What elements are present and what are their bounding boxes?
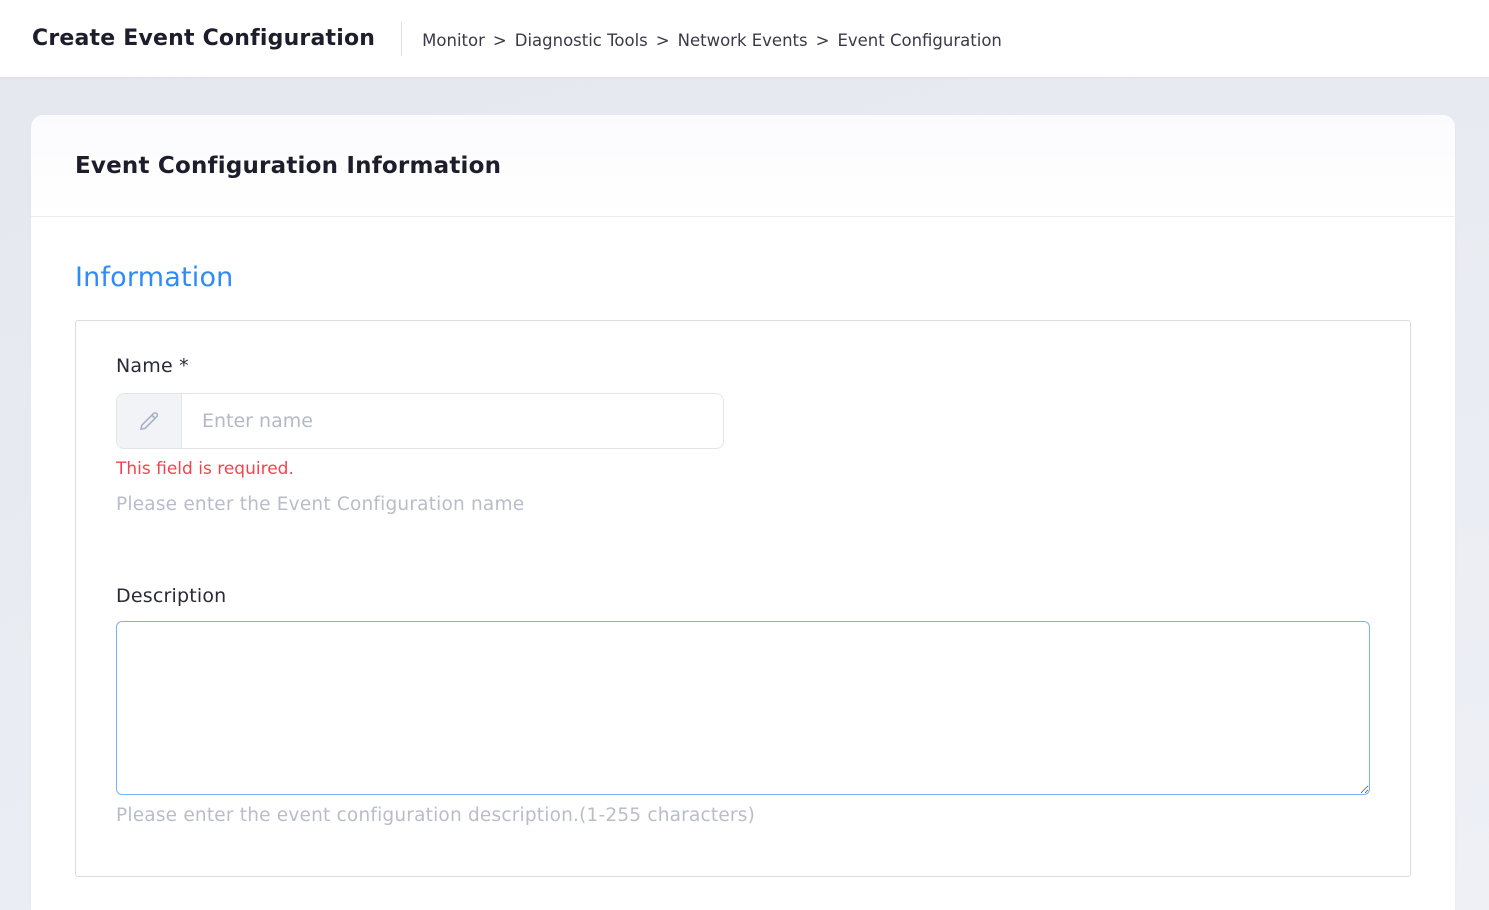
breadcrumb: Monitor > Diagnostic Tools > Network Eve… — [422, 28, 1002, 50]
page-title: Create Event Configuration — [32, 26, 375, 51]
breadcrumb-separator: > — [816, 31, 830, 50]
description-textarea[interactable] — [116, 621, 1370, 795]
header-divider — [401, 22, 402, 56]
name-field-block: Name * This field is required. Please en… — [116, 355, 1370, 515]
section-title-information: Information — [75, 262, 1411, 293]
top-header-bar: Create Event Configuration Monitor > Dia… — [0, 0, 1489, 77]
card-body: Information Name * This fiel — [31, 217, 1455, 910]
breadcrumb-item-event-configuration[interactable]: Event Configuration — [837, 31, 1001, 50]
breadcrumb-separator: > — [656, 31, 670, 50]
name-input-group — [116, 393, 724, 449]
breadcrumb-item-diagnostic-tools[interactable]: Diagnostic Tools — [515, 31, 648, 50]
description-hint-text: Please enter the event configuration des… — [116, 805, 1370, 826]
name-input[interactable] — [182, 394, 723, 448]
name-hint-text: Please enter the Event Configuration nam… — [116, 494, 1370, 515]
main-content: Event Configuration Information Informat… — [0, 77, 1489, 910]
pencil-icon — [117, 394, 182, 448]
breadcrumb-item-network-events[interactable]: Network Events — [678, 31, 808, 50]
name-error-message: This field is required. — [116, 459, 1370, 479]
description-label: Description — [116, 585, 226, 607]
description-field-block: Description Please enter the event confi… — [116, 585, 1370, 826]
information-form-box: Name * This field is required. Please en… — [75, 320, 1411, 877]
event-configuration-card: Event Configuration Information Informat… — [31, 115, 1455, 910]
card-header: Event Configuration Information — [31, 115, 1455, 217]
name-label: Name * — [116, 355, 189, 377]
card-header-title: Event Configuration Information — [75, 153, 501, 179]
breadcrumb-separator: > — [493, 31, 507, 50]
breadcrumb-item-monitor[interactable]: Monitor — [422, 31, 485, 50]
